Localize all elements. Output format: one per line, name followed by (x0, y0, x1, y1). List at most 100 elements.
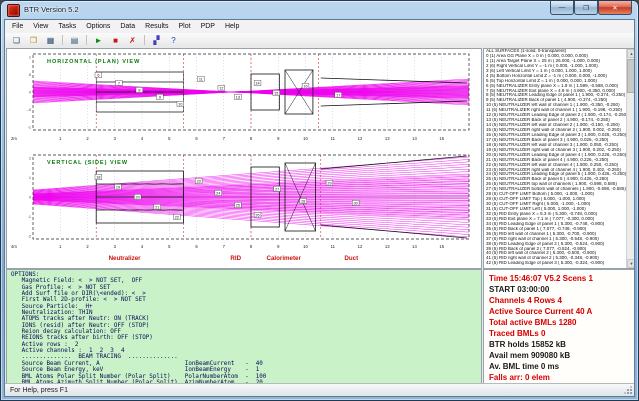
new-icon[interactable]: ❏ (8, 33, 25, 47)
svg-text:4: 4 (141, 244, 144, 249)
svg-text:15: 15 (274, 92, 278, 96)
svg-text:9: 9 (159, 96, 161, 100)
svg-text:Duct: Duct (344, 255, 358, 262)
plot-icon[interactable]: ▞ (148, 33, 165, 47)
svg-text:2: 2 (86, 244, 89, 249)
svg-text:12: 12 (358, 244, 363, 249)
title-bar[interactable]: BTR Version 5.2 — ❐ ✕ (1, 1, 638, 19)
surfaces-list[interactable]: ALL SURFACES (1-solid, 0-transparent) 0 … (483, 48, 634, 269)
run-status-panel: Time 15:46:07 V5.2 Scens 1 START 03:00:00… (483, 269, 634, 386)
app-window: BTR Version 5.2 — ❐ ✕ File View Tasks Options… (0, 0, 639, 401)
svg-text:7: 7 (118, 82, 120, 86)
svg-text:17: 17 (336, 94, 340, 98)
open-icon[interactable]: ❒ (25, 33, 42, 47)
status-text-line: BTR holds 15852 kB (489, 340, 566, 349)
svg-text:27: 27 (275, 188, 279, 192)
surfaces-scrollbar[interactable]: ▲ ▼ (626, 49, 634, 268)
help-icon[interactable]: ? (165, 33, 182, 47)
svg-text:2m: 2m (11, 136, 17, 141)
minimize-button[interactable]: — (550, 1, 574, 15)
scroll-up-icon[interactable]: ▲ (627, 49, 634, 58)
svg-text:2: 2 (86, 136, 89, 141)
svg-text:14: 14 (255, 82, 259, 86)
menu-file[interactable]: File (7, 20, 28, 33)
svg-text:20: 20 (136, 196, 140, 200)
svg-text:16: 16 (303, 85, 307, 89)
svg-text:1: 1 (59, 244, 62, 249)
options-panel[interactable]: OPTIONS: Magnetic Field: < > NOT SET, OF… (6, 269, 482, 388)
svg-text:6: 6 (195, 244, 198, 249)
toolbar: ❏ ❒ ▦ ▤ ► ■ ✗ ▞? (5, 33, 634, 48)
svg-text:12: 12 (358, 136, 363, 141)
toolbar-separator (62, 35, 63, 45)
svg-text:11: 11 (199, 78, 203, 82)
menu-plot[interactable]: Plot (174, 20, 196, 33)
svg-text:6: 6 (97, 74, 99, 78)
print-icon[interactable]: ▤ (66, 33, 83, 47)
svg-text:VERTICAL (SIDE) VIEW: VERTICAL (SIDE) VIEW (47, 160, 128, 166)
svg-text:1: 1 (29, 56, 31, 60)
svg-text:14: 14 (412, 136, 417, 141)
run-status-lines: Time 15:46:07 V5.2 Scens 1 START 03:00:00… (484, 273, 634, 383)
svg-text:22: 22 (175, 216, 179, 220)
maximize-button[interactable]: ❐ (574, 1, 598, 15)
menu-data[interactable]: Data (115, 20, 140, 33)
svg-text:23: 23 (197, 180, 201, 184)
svg-text:6: 6 (195, 136, 198, 141)
svg-text:-1: -1 (28, 215, 31, 219)
vertical-side-plot[interactable]: 1 2 3 4 5 6 7 8 9 10 11 12 13 14 154m210-1-21819202122… (7, 152, 479, 266)
svg-text:11: 11 (331, 136, 336, 141)
menu-help[interactable]: Help (220, 20, 244, 33)
status-text-line: Total active BMLs 1280 (489, 318, 577, 327)
svg-text:28: 28 (301, 200, 305, 204)
svg-text:7: 7 (223, 244, 226, 249)
svg-text:-2: -2 (28, 235, 31, 239)
svg-text:18: 18 (96, 176, 100, 180)
status-text-line: Avail mem 909080 kB (489, 351, 571, 360)
svg-text:3: 3 (114, 136, 117, 141)
status-bar: For Help, press F1 (5, 383, 634, 396)
svg-text:12: 12 (219, 87, 223, 91)
run-icon[interactable]: ► (90, 33, 107, 47)
delete-icon[interactable]: ✗ (124, 33, 141, 47)
menu-bar: File View Tasks Options Data Results Plot PDP He… (5, 20, 634, 34)
scroll-thumb[interactable] (627, 59, 634, 93)
app-icon (7, 4, 20, 17)
svg-text:4m: 4m (11, 244, 17, 249)
svg-text:26: 26 (255, 214, 259, 218)
svg-text:25: 25 (236, 204, 240, 208)
svg-text:30: 30 (354, 202, 358, 206)
toolbar-separator (144, 35, 145, 45)
window-title: BTR Version 5.2 (24, 4, 79, 14)
svg-text:4: 4 (141, 136, 144, 141)
scroll-down-icon[interactable]: ▼ (627, 259, 634, 268)
horizontal-plan-plot[interactable]: 1 2 3 4 5 6 7 8 9 10 11 12 13 14 152m1.50-.5-167891011… (7, 49, 479, 152)
svg-text:14: 14 (412, 244, 417, 249)
menu-results[interactable]: Results (140, 20, 173, 33)
svg-text:Neutralizer: Neutralizer (109, 255, 142, 262)
surface-row[interactable]: 42 (5) RID Leading Edge of panel 3 ( 5.3… (484, 261, 627, 266)
resize-grip[interactable] (624, 386, 632, 394)
close-button[interactable]: ✕ (598, 1, 632, 15)
svg-text:8: 8 (250, 244, 253, 249)
menu-view[interactable]: View (28, 20, 53, 33)
svg-text:7: 7 (223, 136, 226, 141)
svg-text:0: 0 (29, 91, 31, 95)
svg-text:13: 13 (385, 136, 390, 141)
menu-tasks[interactable]: Tasks (53, 20, 81, 33)
svg-text:5: 5 (168, 136, 171, 141)
status-text-line: Falls arr: 0 elem (489, 373, 550, 382)
menu-options[interactable]: Options (81, 20, 115, 33)
svg-text:15: 15 (439, 244, 444, 249)
stop-icon[interactable]: ■ (107, 33, 124, 47)
menu-pdp[interactable]: PDP (196, 20, 220, 33)
svg-text:11: 11 (331, 244, 336, 249)
save-icon[interactable]: ▦ (42, 33, 59, 47)
svg-text:1: 1 (59, 136, 62, 141)
status-text-line: Active Source Current 40 A (489, 307, 593, 316)
window-controls: — ❐ ✕ (550, 1, 632, 15)
plot-panel: 1 2 3 4 5 6 7 8 9 10 11 12 13 14 15 2m 1.5 0 -.5 -1 6 7 8 9 10 11… (6, 48, 482, 269)
svg-text:9: 9 (277, 244, 280, 249)
svg-text:HORIZONTAL (PLAN) VIEW: HORIZONTAL (PLAN) VIEW (47, 59, 140, 65)
svg-text:8: 8 (138, 89, 140, 93)
